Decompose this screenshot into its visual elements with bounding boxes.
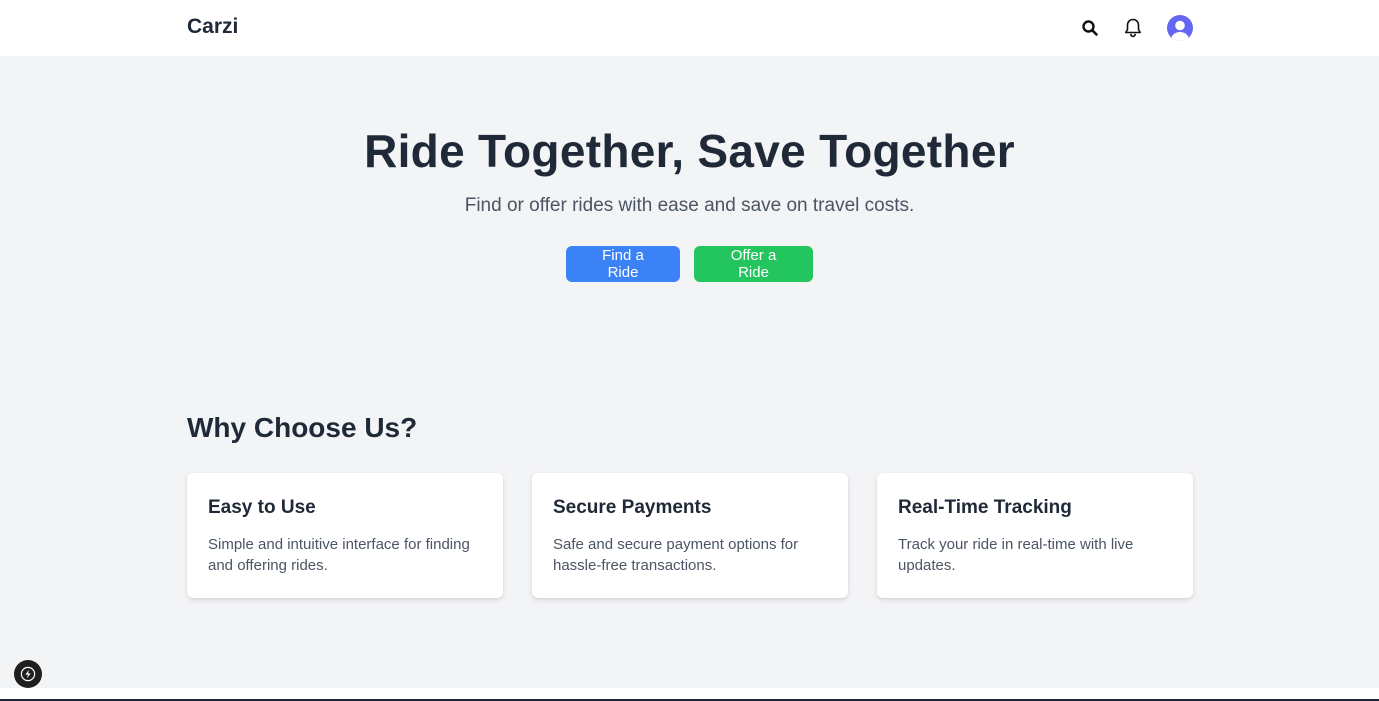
feature-card-title: Secure Payments (553, 497, 712, 518)
offer-ride-button[interactable]: Offer a Ride (694, 246, 813, 282)
features-card-list: Easy to Use Simple and intuitive interfa… (187, 473, 1193, 598)
feature-card-text: Simple and intuitive interface for findi… (208, 536, 470, 574)
navbar-actions (1076, 14, 1193, 42)
feature-card-real-time-tracking: Real-Time Tracking Track your ride in re… (877, 473, 1193, 598)
feature-card-easy-to-use: Easy to Use Simple and intuitive interfa… (187, 473, 503, 598)
feature-card-text: Safe and secure payment options for hass… (553, 536, 799, 574)
hero-subtitle: Find or offer rides with ease and save o… (464, 195, 915, 216)
top-navbar: Carzi (0, 0, 1379, 56)
hero-title: Ride Together, Save Together (364, 125, 1015, 177)
hero-actions: Find a Ride Offer a Ride (0, 246, 1379, 282)
user-avatar-icon[interactable] (1167, 15, 1193, 41)
features-section-title: Why Choose Us? (187, 412, 418, 443)
feature-card-title: Real-Time Tracking (898, 497, 1072, 518)
find-ride-button[interactable]: Find a Ride (566, 246, 680, 282)
bell-icon[interactable] (1119, 14, 1147, 42)
feature-card-secure-payments: Secure Payments Safe and secure payment … (532, 473, 848, 598)
feature-card-text: Track your ride in real-time with live u… (898, 536, 1134, 574)
lightning-bolt-icon[interactable] (14, 660, 42, 688)
feature-card-title: Easy to Use (208, 497, 316, 518)
search-icon[interactable] (1076, 14, 1104, 42)
brand-logo[interactable]: Carzi (187, 15, 238, 39)
